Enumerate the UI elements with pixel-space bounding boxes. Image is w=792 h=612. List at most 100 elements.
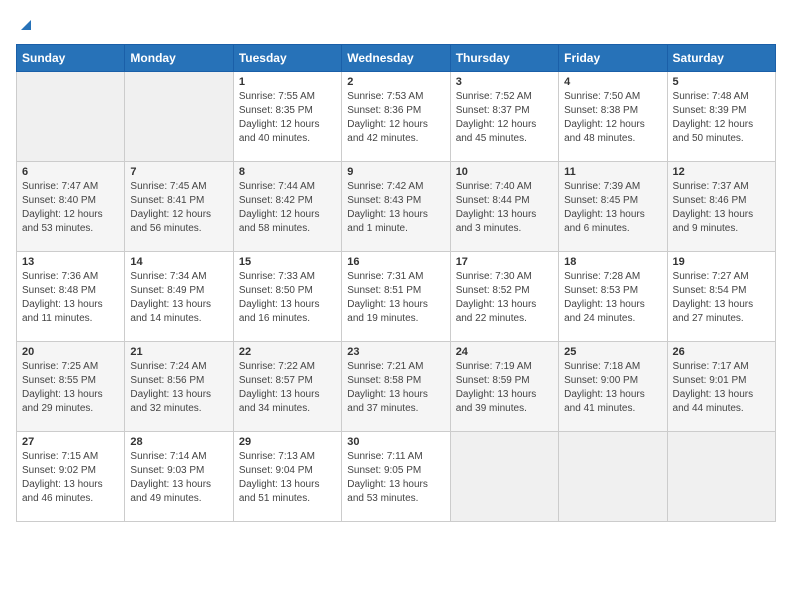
calendar-cell: 5 Sunrise: 7:48 AMSunset: 8:39 PMDaylight… xyxy=(667,72,775,162)
day-number: 12 xyxy=(673,166,770,178)
day-info: Sunrise: 7:27 AMSunset: 8:54 PMDaylight:… xyxy=(673,270,770,326)
calendar-cell: 21Sunrise: 7:24 AMSunset: 8:56 PMDayligh… xyxy=(125,342,233,432)
day-number: 1 xyxy=(239,76,336,88)
day-info: Sunrise: 7:34 AMSunset: 8:49 PMDaylight:… xyxy=(130,270,227,326)
weekday-header-row: SundayMondayTuesdayWednesdayThursdayFrid… xyxy=(17,45,776,72)
day-info: Sunrise: 7:19 AMSunset: 8:59 PMDaylight:… xyxy=(456,360,553,416)
weekday-header-thursday: Thursday xyxy=(450,45,558,72)
calendar-table: SundayMondayTuesdayWednesdayThursdayFrid… xyxy=(16,44,776,522)
calendar-cell: 2 Sunrise: 7:53 AMSunset: 8:36 PMDaylight… xyxy=(342,72,450,162)
day-number: 17 xyxy=(456,256,553,268)
calendar-header: SundayMondayTuesdayWednesdayThursdayFrid… xyxy=(17,45,776,72)
day-number: 25 xyxy=(564,346,661,358)
calendar-week-row: 1Sunrise: 7:55 AMSunset: 8:35 PMDaylight… xyxy=(17,72,776,162)
day-number: 15 xyxy=(239,256,336,268)
calendar-week-row: 6Sunrise: 7:47 AMSunset: 8:40 PMDaylight… xyxy=(17,162,776,252)
day-number: 4 xyxy=(564,76,661,88)
page-header xyxy=(16,16,776,32)
day-number: 29 xyxy=(239,436,336,448)
day-info: Sunrise: 7:17 AMSunset: 9:01 PMDaylight:… xyxy=(673,360,770,416)
calendar-cell: 17Sunrise: 7:30 AMSunset: 8:52 PMDayligh… xyxy=(450,252,558,342)
calendar-cell: 26 Sunrise: 7:17 AMSunset: 9:01 PMDayligh… xyxy=(667,342,775,432)
logo-triangle-icon xyxy=(17,16,33,32)
day-info: Sunrise: 7:11 AMSunset: 9:05 PMDaylight:… xyxy=(347,450,444,506)
calendar-cell: 22Sunrise: 7:22 AMSunset: 8:57 PMDayligh… xyxy=(233,342,341,432)
day-number: 30 xyxy=(347,436,444,448)
calendar-cell: 24 Sunrise: 7:19 AMSunset: 8:59 PMDayligh… xyxy=(450,342,558,432)
weekday-header-wednesday: Wednesday xyxy=(342,45,450,72)
day-number: 24 xyxy=(456,346,553,358)
day-info: Sunrise: 7:31 AMSunset: 8:51 PMDaylight:… xyxy=(347,270,444,326)
day-number: 18 xyxy=(564,256,661,268)
calendar-cell xyxy=(667,432,775,522)
day-info: Sunrise: 7:39 AMSunset: 8:45 PMDaylight:… xyxy=(564,180,661,236)
calendar-cell: 14 Sunrise: 7:34 AMSunset: 8:49 PMDayligh… xyxy=(125,252,233,342)
calendar-cell: 12 Sunrise: 7:37 AMSunset: 8:46 PMDayligh… xyxy=(667,162,775,252)
weekday-header-saturday: Saturday xyxy=(667,45,775,72)
calendar-cell: 20 Sunrise: 7:25 AMSunset: 8:55 PMDayligh… xyxy=(17,342,125,432)
calendar-cell: 27 Sunrise: 7:15 AMSunset: 9:02 PMDayligh… xyxy=(17,432,125,522)
day-number: 11 xyxy=(564,166,661,178)
calendar-cell: 30 Sunrise: 7:11 AMSunset: 9:05 PMDayligh… xyxy=(342,432,450,522)
day-number: 10 xyxy=(456,166,553,178)
logo xyxy=(16,16,33,32)
day-info: Sunrise: 7:15 AMSunset: 9:02 PMDaylight:… xyxy=(22,450,119,506)
calendar-cell: 19 Sunrise: 7:27 AMSunset: 8:54 PMDayligh… xyxy=(667,252,775,342)
day-number: 9 xyxy=(347,166,444,178)
day-number: 5 xyxy=(673,76,770,88)
day-number: 8 xyxy=(239,166,336,178)
calendar-cell: 15 Sunrise: 7:33 AMSunset: 8:50 PMDayligh… xyxy=(233,252,341,342)
day-info: Sunrise: 7:53 AMSunset: 8:36 PMDaylight:… xyxy=(347,90,444,146)
day-number: 16 xyxy=(347,256,444,268)
calendar-cell xyxy=(17,72,125,162)
day-info: Sunrise: 7:18 AMSunset: 9:00 PMDaylight:… xyxy=(564,360,661,416)
weekday-header-tuesday: Tuesday xyxy=(233,45,341,72)
day-number: 28 xyxy=(130,436,227,448)
calendar-cell: 16 Sunrise: 7:31 AMSunset: 8:51 PMDayligh… xyxy=(342,252,450,342)
day-info: Sunrise: 7:33 AMSunset: 8:50 PMDaylight:… xyxy=(239,270,336,326)
day-number: 23 xyxy=(347,346,444,358)
calendar-cell: 7 Sunrise: 7:45 AMSunset: 8:41 PMDaylight… xyxy=(125,162,233,252)
day-number: 3 xyxy=(456,76,553,88)
day-info: Sunrise: 7:45 AMSunset: 8:41 PMDaylight:… xyxy=(130,180,227,236)
day-info: Sunrise: 7:44 AMSunset: 8:42 PMDaylight:… xyxy=(239,180,336,236)
calendar-week-row: 20 Sunrise: 7:25 AMSunset: 8:55 PMDayligh… xyxy=(17,342,776,432)
day-info: Sunrise: 7:13 AMSunset: 9:04 PMDaylight:… xyxy=(239,450,336,506)
calendar-cell: 3 Sunrise: 7:52 AMSunset: 8:37 PMDaylight… xyxy=(450,72,558,162)
day-info: Sunrise: 7:22 AMSunset: 8:57 PMDaylight:… xyxy=(239,360,336,416)
day-number: 7 xyxy=(130,166,227,178)
calendar-cell: 9 Sunrise: 7:42 AMSunset: 8:43 PMDaylight… xyxy=(342,162,450,252)
day-info: Sunrise: 7:48 AMSunset: 8:39 PMDaylight:… xyxy=(673,90,770,146)
day-number: 14 xyxy=(130,256,227,268)
day-info: Sunrise: 7:21 AMSunset: 8:58 PMDaylight:… xyxy=(347,360,444,416)
weekday-header-sunday: Sunday xyxy=(17,45,125,72)
day-info: Sunrise: 7:52 AMSunset: 8:37 PMDaylight:… xyxy=(456,90,553,146)
day-info: Sunrise: 7:24 AMSunset: 8:56 PMDaylight:… xyxy=(130,360,227,416)
day-number: 19 xyxy=(673,256,770,268)
calendar-cell: 23 Sunrise: 7:21 AMSunset: 8:58 PMDayligh… xyxy=(342,342,450,432)
calendar-cell: 4Sunrise: 7:50 AMSunset: 8:38 PMDaylight… xyxy=(559,72,667,162)
calendar-cell: 29 Sunrise: 7:13 AMSunset: 9:04 PMDayligh… xyxy=(233,432,341,522)
calendar-week-row: 27 Sunrise: 7:15 AMSunset: 9:02 PMDayligh… xyxy=(17,432,776,522)
calendar-cell: 18 Sunrise: 7:28 AMSunset: 8:53 PMDayligh… xyxy=(559,252,667,342)
calendar-cell: 10 Sunrise: 7:40 AMSunset: 8:44 PMDayligh… xyxy=(450,162,558,252)
day-number: 26 xyxy=(673,346,770,358)
day-number: 20 xyxy=(22,346,119,358)
day-info: Sunrise: 7:25 AMSunset: 8:55 PMDaylight:… xyxy=(22,360,119,416)
calendar-cell xyxy=(559,432,667,522)
calendar-cell: 28Sunrise: 7:14 AMSunset: 9:03 PMDayligh… xyxy=(125,432,233,522)
day-number: 2 xyxy=(347,76,444,88)
calendar-cell: 13Sunrise: 7:36 AMSunset: 8:48 PMDayligh… xyxy=(17,252,125,342)
day-info: Sunrise: 7:40 AMSunset: 8:44 PMDaylight:… xyxy=(456,180,553,236)
calendar-cell xyxy=(450,432,558,522)
weekday-header-friday: Friday xyxy=(559,45,667,72)
calendar-cell: 11 Sunrise: 7:39 AMSunset: 8:45 PMDayligh… xyxy=(559,162,667,252)
day-info: Sunrise: 7:28 AMSunset: 8:53 PMDaylight:… xyxy=(564,270,661,326)
day-info: Sunrise: 7:42 AMSunset: 8:43 PMDaylight:… xyxy=(347,180,444,236)
calendar-cell: 1Sunrise: 7:55 AMSunset: 8:35 PMDaylight… xyxy=(233,72,341,162)
day-number: 6 xyxy=(22,166,119,178)
calendar-week-row: 13Sunrise: 7:36 AMSunset: 8:48 PMDayligh… xyxy=(17,252,776,342)
day-info: Sunrise: 7:37 AMSunset: 8:46 PMDaylight:… xyxy=(673,180,770,236)
day-number: 13 xyxy=(22,256,119,268)
day-number: 27 xyxy=(22,436,119,448)
